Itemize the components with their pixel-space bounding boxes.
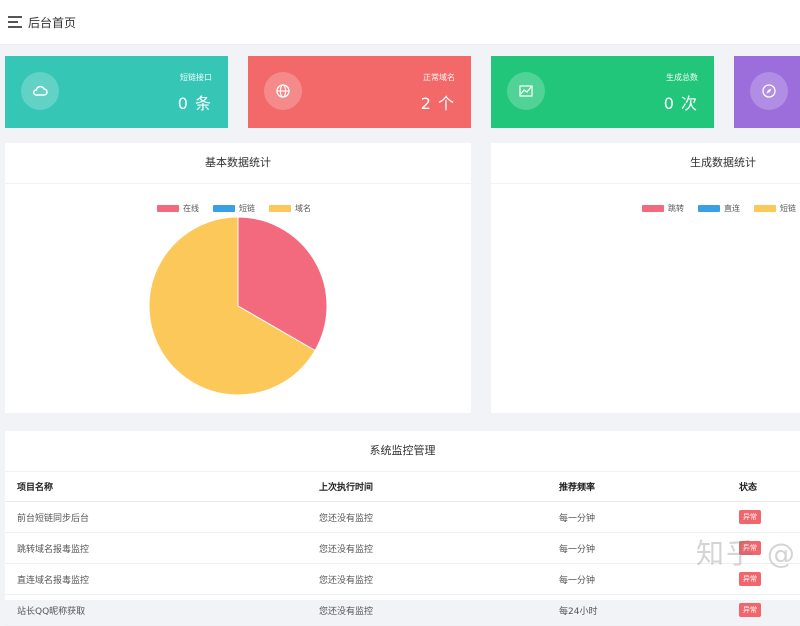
- gen-stats-title: 生成数据统计: [491, 143, 800, 184]
- cloud-icon: [21, 72, 59, 110]
- legend-swatch: [754, 205, 776, 212]
- row-last-run: 您还没有监控: [318, 532, 558, 564]
- legend-label: 直连: [724, 204, 740, 213]
- column-header-name: 项目名称: [5, 471, 318, 502]
- hamburger-menu-icon[interactable]: [8, 16, 22, 28]
- legend-item-direct[interactable]: 直连: [698, 203, 740, 214]
- stat-card-value: 2 个: [420, 94, 455, 113]
- table-header-row: 项目名称 上次执行时间 推荐频率 状态: [5, 471, 800, 502]
- globe-icon: [264, 72, 302, 110]
- status-badge: 异常: [739, 603, 761, 617]
- row-last-run: 您还没有监控: [318, 563, 558, 595]
- system-monitor-title: 系统监控管理: [5, 431, 800, 472]
- row-last-run: 您还没有监控: [318, 594, 558, 626]
- row-last-run: 您还没有监控: [318, 501, 558, 533]
- table-row: 直连域名报毒监控 您还没有监控 每一分钟 异常: [5, 563, 800, 595]
- row-name: 跳转域名报毒监控: [5, 532, 318, 564]
- stat-card-label: 短链接口: [180, 73, 212, 82]
- basic-stats-panel: 基本数据统计 在线 短链 域名: [5, 143, 471, 413]
- column-header-frequency: 推荐频率: [558, 471, 738, 502]
- basic-stats-pie-chart: [148, 216, 328, 396]
- legend-swatch: [642, 205, 664, 212]
- stat-card-fourth[interactable]: [734, 56, 800, 128]
- watermark: 知乎 @: [696, 537, 797, 570]
- legend-item-redirect[interactable]: 跳转: [642, 203, 684, 214]
- column-header-last-run: 上次执行时间: [318, 471, 558, 502]
- legend-swatch: [698, 205, 720, 212]
- stat-card-value: 0 条: [177, 94, 212, 113]
- stat-card-total-generated[interactable]: 生成总数 0 次: [491, 56, 714, 128]
- table-row: 站长QQ昵称获取 您还没有监控 每24小时 异常: [5, 594, 800, 626]
- stat-card-value: 0 次: [663, 94, 698, 113]
- table-row: 跳转域名报毒监控 您还没有监控 每一分钟 异常: [5, 532, 800, 564]
- legend-label: 跳转: [668, 204, 684, 213]
- legend-label: 短链: [780, 204, 796, 213]
- top-bar: 后台首页: [0, 0, 800, 45]
- row-name: 前台短链同步后台: [5, 501, 318, 533]
- table-row: 前台短链同步后台 您还没有监控 每一分钟 异常: [5, 501, 800, 533]
- row-frequency: 每一分钟: [558, 501, 738, 533]
- legend-item-shortlink[interactable]: 短链: [754, 203, 796, 214]
- stat-card-normal-domains[interactable]: 正常域名 2 个: [248, 56, 471, 128]
- row-frequency: 每24小时: [558, 594, 738, 626]
- stat-card-shortlink-api[interactable]: 短链接口 0 条: [5, 56, 228, 128]
- chart-icon: [507, 72, 545, 110]
- status-badge: 异常: [739, 510, 761, 524]
- gen-stats-legend: 跳转 直连 短链: [642, 203, 796, 214]
- stat-card-label: 正常域名: [423, 73, 455, 82]
- column-header-status: 状态: [738, 471, 800, 502]
- status-badge: 异常: [739, 572, 761, 586]
- stat-card-label: 生成总数: [666, 73, 698, 82]
- compass-icon: [750, 72, 788, 110]
- gen-stats-panel: 生成数据统计 跳转 直连 短链: [491, 143, 800, 413]
- page-title: 后台首页: [28, 16, 77, 30]
- row-name: 直连域名报毒监控: [5, 563, 318, 595]
- row-name: 站长QQ昵称获取: [5, 594, 318, 626]
- system-monitor-table: 项目名称 上次执行时间 推荐频率 状态 前台短链同步后台 您还没有监控 每一分钟…: [5, 471, 800, 626]
